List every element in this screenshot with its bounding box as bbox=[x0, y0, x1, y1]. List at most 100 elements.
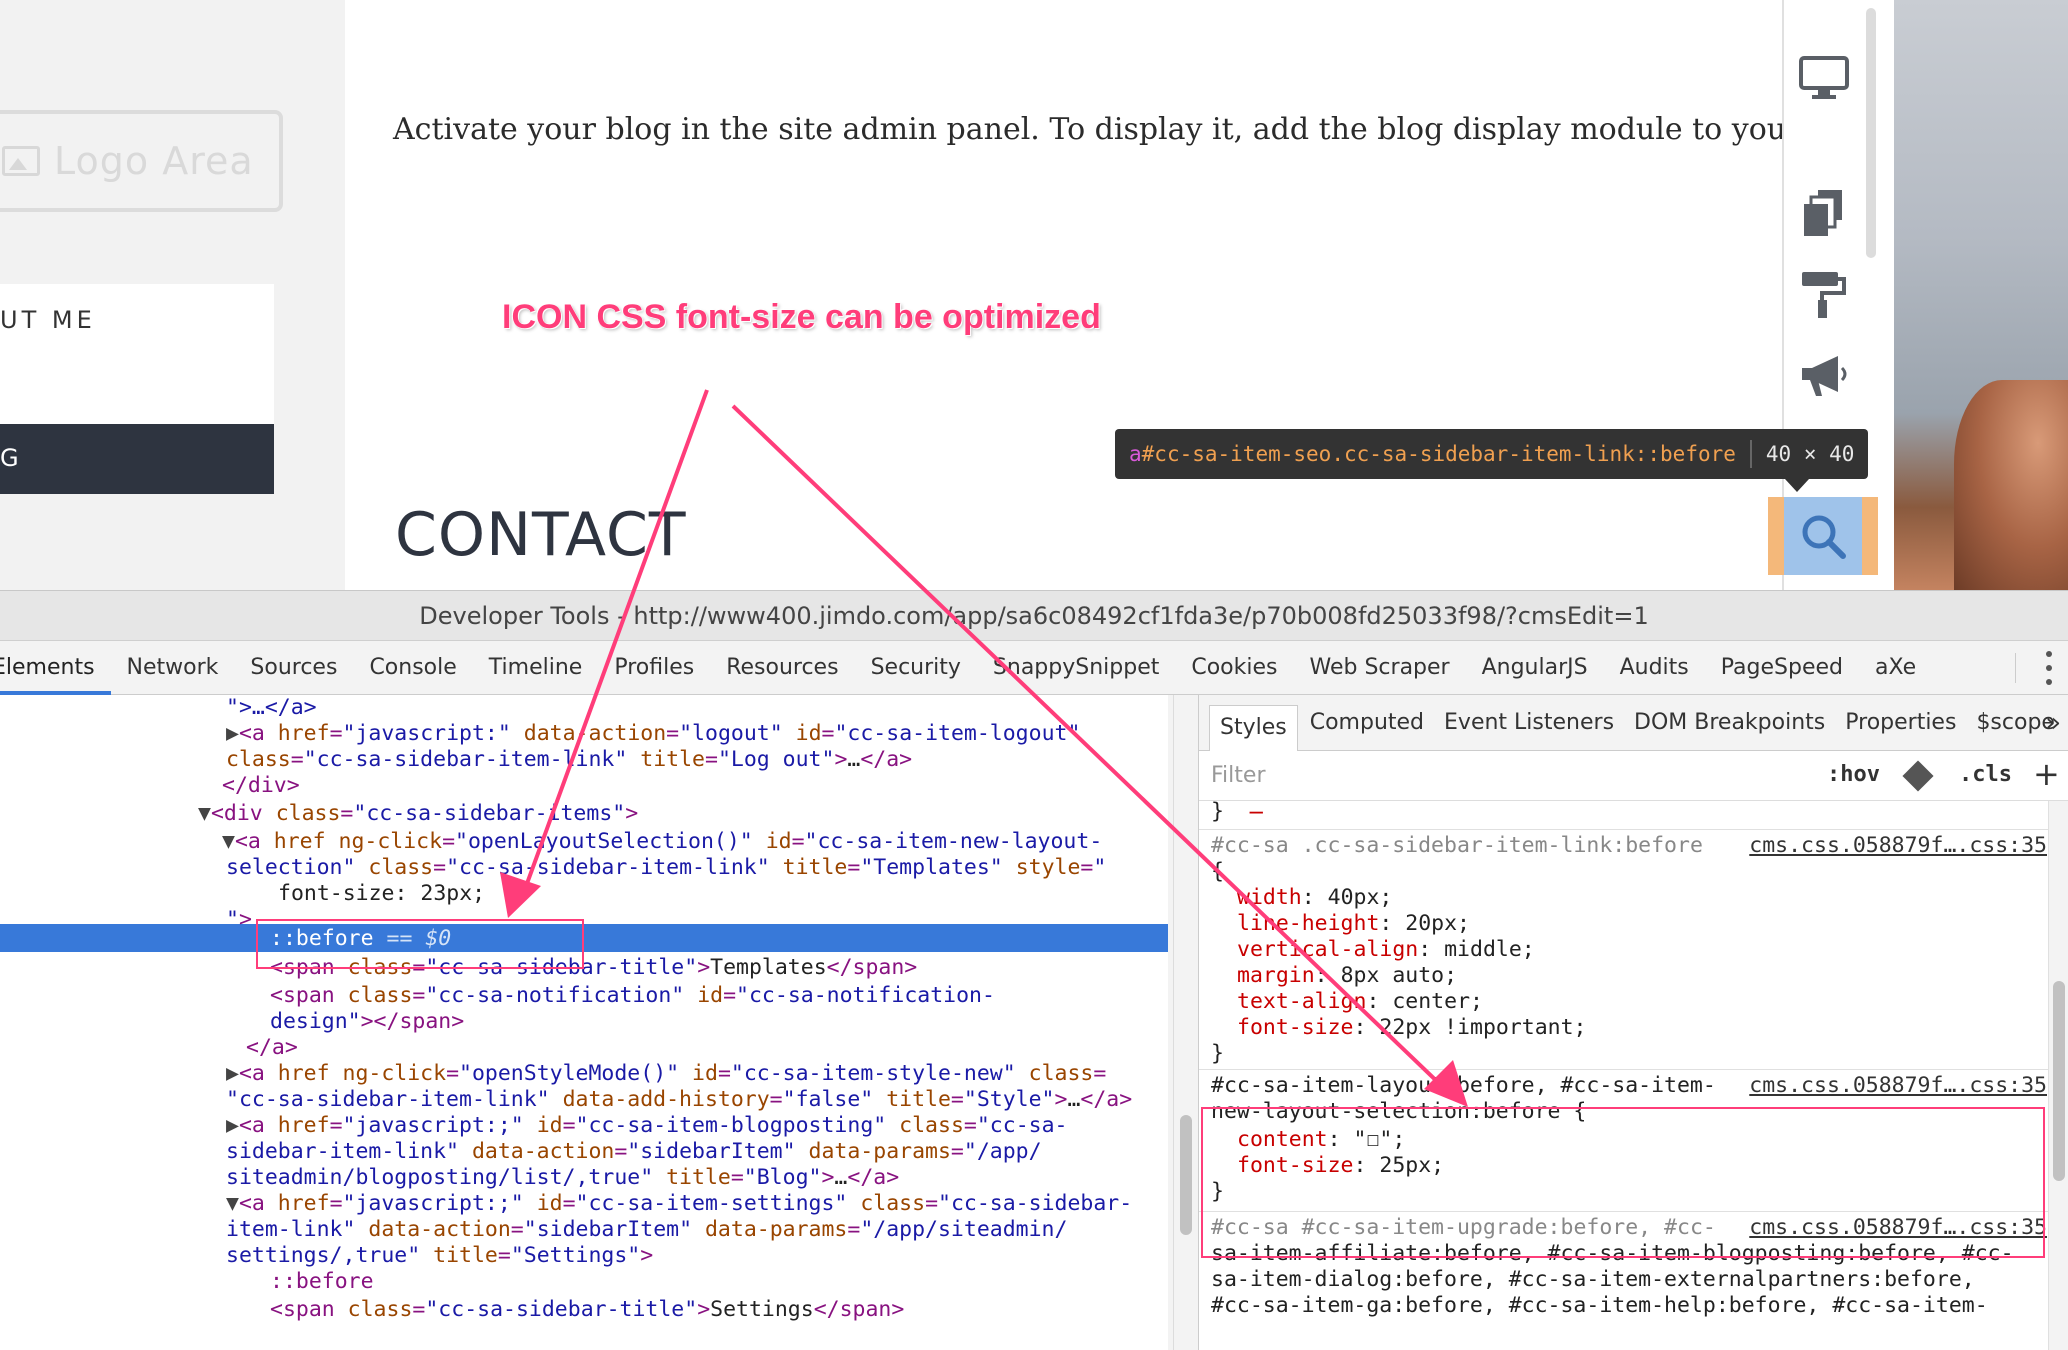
new-rule-plus-icon[interactable]: + bbox=[2033, 755, 2060, 793]
tooltip-id: #cc-sa-item-seo bbox=[1141, 442, 1332, 466]
tab-angularjs[interactable]: AngularJS bbox=[1466, 641, 1604, 695]
monitor-icon[interactable] bbox=[1798, 50, 1850, 102]
css-open-brace: { bbox=[1211, 859, 1224, 884]
dom-line[interactable]: settings/,true" title="Settings"> bbox=[226, 1243, 653, 1270]
css-selector[interactable]: #cc-sa-item-layout:before, #cc-sa-item- bbox=[1211, 1073, 1716, 1100]
tab-styles[interactable]: Styles bbox=[1209, 704, 1298, 751]
dom-line[interactable]: "> bbox=[226, 907, 252, 934]
css-property[interactable]: vertical-align: middle; bbox=[1237, 937, 1535, 964]
dom-line[interactable]: ▶<a href="javascript:" data-action="logo… bbox=[226, 721, 1080, 748]
nav-item-about[interactable]: UT ME bbox=[0, 284, 274, 424]
dom-line[interactable]: selection" class="cc-sa-sidebar-item-lin… bbox=[226, 855, 1106, 882]
dom-line[interactable]: class="cc-sa-sidebar-item-link" title="L… bbox=[226, 747, 912, 774]
dom-line[interactable]: font-size: 23px; bbox=[278, 881, 485, 908]
kebab-menu-icon[interactable] bbox=[2046, 651, 2052, 685]
tab-dom-breakpoints[interactable]: DOM Breakpoints bbox=[1624, 695, 1835, 751]
cms-sidebar-scrollbar[interactable] bbox=[1866, 8, 1876, 258]
element-inspect-tooltip: a #cc-sa-item-seo .cc-sa-sidebar-item-link… bbox=[1115, 429, 1869, 479]
tab-computed[interactable]: Computed bbox=[1300, 695, 1434, 751]
scrollbar-thumb[interactable] bbox=[1180, 1115, 1192, 1235]
logo-area[interactable]: Logo Area bbox=[0, 110, 283, 212]
dom-line[interactable]: ▶<a href ng-click="openStyleMode()" id="… bbox=[226, 1061, 1106, 1088]
class-toggle[interactable]: .cls bbox=[1959, 762, 2012, 787]
tab-network[interactable]: Network bbox=[111, 641, 235, 695]
tab-profiles[interactable]: Profiles bbox=[598, 641, 710, 695]
css-rules-area: ─ } #cc-sa .cc-sa-sidebar-item-link:befo… bbox=[1199, 799, 2068, 1350]
tab-timeline[interactable]: Timeline bbox=[473, 641, 599, 695]
tooltip-separator bbox=[1749, 440, 1752, 468]
website-preview: Logo Area UT ME G Activate your blog in … bbox=[0, 0, 2068, 590]
rule-separator bbox=[1199, 829, 2068, 830]
dom-line[interactable]: sidebar-item-link" data-action="sidebarI… bbox=[226, 1139, 1042, 1166]
css-selector-cont[interactable]: #cc-sa-item-ga:before, #cc-sa-item-help:… bbox=[1211, 1293, 1988, 1320]
tooltip-tag: a bbox=[1129, 442, 1142, 466]
dom-line[interactable]: ">…</a> bbox=[226, 695, 317, 722]
css-source-link[interactable]: cms.css.058879f….css:35 bbox=[1749, 833, 2047, 860]
css-closing-brace: } bbox=[1211, 799, 1224, 824]
menu-separator bbox=[2015, 653, 2016, 683]
tab-resources[interactable]: Resources bbox=[710, 641, 854, 695]
dom-line[interactable]: siteadmin/blogposting/list/,true" title=… bbox=[226, 1165, 899, 1192]
rule-separator bbox=[1199, 1069, 2068, 1070]
pages-icon[interactable] bbox=[1798, 188, 1850, 240]
css-property[interactable]: margin: 8px auto; bbox=[1237, 963, 1457, 990]
image-icon bbox=[2, 146, 40, 176]
tab-pagespeed[interactable]: PageSpeed bbox=[1705, 641, 1859, 695]
tab-cookies[interactable]: Cookies bbox=[1175, 641, 1293, 695]
css-property[interactable]: font-size: 22px !important; bbox=[1237, 1015, 1587, 1042]
nav-item-blog[interactable]: G bbox=[0, 424, 274, 494]
dom-line[interactable]: </a> bbox=[246, 1035, 298, 1062]
background-scenery-image bbox=[1894, 0, 2068, 590]
styles-tab-bar: Styles Computed Event Listeners DOM Brea… bbox=[1199, 695, 2068, 751]
dom-line[interactable]: "cc-sa-sidebar-item-link" data-add-histo… bbox=[226, 1087, 1132, 1114]
dom-line[interactable]: ▼<div class="cc-sa-sidebar-items"> bbox=[198, 801, 638, 828]
search-icon[interactable] bbox=[1784, 497, 1862, 575]
styles-filter-bar: Filter :hov .cls + bbox=[1199, 751, 2068, 801]
tab-web-scraper[interactable]: Web Scraper bbox=[1294, 641, 1466, 695]
dom-line[interactable]: ::before bbox=[270, 1269, 374, 1296]
scrollbar-thumb[interactable] bbox=[2053, 981, 2065, 1181]
dom-line[interactable]: <span class="cc-sa-sidebar-title">Settin… bbox=[270, 1297, 904, 1324]
annotation-text: ICON CSS font-size can be optimized bbox=[502, 298, 1101, 336]
dom-line[interactable]: design"></span> bbox=[270, 1009, 464, 1036]
tab-sources[interactable]: Sources bbox=[234, 641, 353, 695]
dom-line[interactable]: ▼<a href="javascript:;" id="cc-sa-item-s… bbox=[226, 1191, 1132, 1218]
site-heading: CONTACT bbox=[395, 500, 687, 570]
annotation-box-css-rule bbox=[1201, 1107, 2045, 1258]
color-format-icon[interactable] bbox=[1902, 760, 1934, 792]
annotation-box-before bbox=[256, 919, 584, 969]
more-tabs-chevron-icon[interactable]: » bbox=[2045, 695, 2061, 751]
devtools-tab-bar: Elements Network Sources Console Timelin… bbox=[0, 641, 2068, 695]
tab-properties[interactable]: Properties bbox=[1835, 695, 1966, 751]
css-property[interactable]: width: 40px; bbox=[1237, 885, 1392, 912]
tab-snappysnippet[interactable]: SnappySnippet bbox=[977, 641, 1175, 695]
dom-tree-panel[interactable]: ">…</a> ▶<a href="javascript:" data-acti… bbox=[0, 695, 1168, 1350]
css-property[interactable]: line-height: 20px; bbox=[1237, 911, 1470, 938]
css-selector-cont[interactable]: sa-item-dialog:before, #cc-sa-item-exter… bbox=[1211, 1267, 1975, 1294]
hover-state-toggle[interactable]: :hov bbox=[1827, 762, 1880, 787]
dom-line[interactable]: <span class="cc-sa-notification" id="cc-… bbox=[270, 983, 995, 1010]
styles-filter-input[interactable]: Filter bbox=[1211, 763, 1265, 788]
tab-security[interactable]: Security bbox=[855, 641, 977, 695]
css-selector[interactable]: #cc-sa .cc-sa-sidebar-item-link:before bbox=[1211, 833, 1703, 860]
css-closing-brace: } bbox=[1211, 1041, 1224, 1066]
css-property[interactable]: text-align: center; bbox=[1237, 989, 1483, 1016]
tooltip-class: .cc-sa-sidebar-item-link::before bbox=[1331, 442, 1736, 466]
tab-elements[interactable]: Elements bbox=[0, 641, 111, 695]
dom-line[interactable]: item-link" data-action="sidebarItem" dat… bbox=[226, 1217, 1067, 1244]
css-source-link[interactable]: cms.css.058879f….css:35 bbox=[1749, 1073, 2047, 1100]
dom-line[interactable]: </div> bbox=[222, 773, 300, 800]
megaphone-icon[interactable] bbox=[1798, 350, 1850, 402]
logo-text: Logo Area bbox=[54, 139, 254, 183]
tab-audits[interactable]: Audits bbox=[1604, 641, 1705, 695]
tab-axe[interactable]: aXe bbox=[1859, 641, 1932, 695]
tooltip-size: 40 × 40 bbox=[1765, 442, 1855, 466]
dom-line[interactable]: ▶<a href="javascript:;" id="cc-sa-item-b… bbox=[226, 1113, 1067, 1140]
styles-scrollbar[interactable] bbox=[2048, 801, 2068, 1350]
tab-console[interactable]: Console bbox=[353, 641, 472, 695]
paint-roller-icon[interactable] bbox=[1798, 268, 1850, 320]
dom-line[interactable]: ▼<a href ng-click="openLayoutSelection()… bbox=[222, 829, 1102, 856]
tab-event-listeners[interactable]: Event Listeners bbox=[1434, 695, 1624, 751]
dom-panel-scrollbar[interactable] bbox=[1173, 695, 1197, 1350]
site-body-text: Activate your blog in the site admin pan… bbox=[393, 112, 1898, 147]
